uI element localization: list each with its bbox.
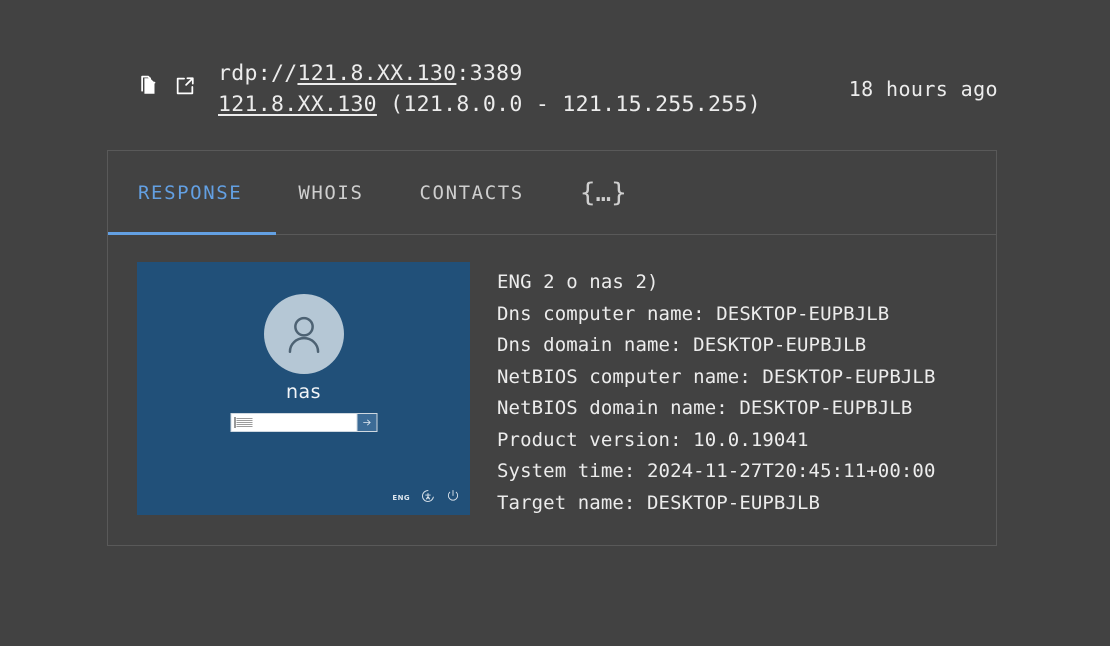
- language-indicator[interactable]: ENG: [392, 494, 410, 502]
- copy-icon[interactable]: [138, 75, 160, 97]
- response-body: ENG 2 o nas 2) Dns computer name: DESKTO…: [497, 262, 996, 519]
- url-host-link[interactable]: 121.8.XX.130: [297, 61, 456, 86]
- response-line: Dns computer name: DESKTOP-EUPBJLB: [497, 299, 996, 331]
- header-icon-group: [138, 58, 196, 97]
- tab-response[interactable]: RESPONSE: [138, 182, 242, 204]
- arrow-right-icon[interactable]: [356, 414, 376, 431]
- text-caret: [234, 417, 235, 428]
- url-scheme: rdp://: [218, 61, 297, 86]
- password-row: [230, 413, 377, 432]
- active-tab-indicator: [108, 232, 276, 235]
- response-line: NetBIOS domain name: DESKTOP-EUPBJLB: [497, 393, 996, 425]
- response-line: Dns domain name: DESKTOP-EUPBJLB: [497, 330, 996, 362]
- response-line: Target name: DESKTOP-EUPBJLB: [497, 488, 996, 520]
- tab-contacts[interactable]: CONTACTS: [420, 182, 524, 204]
- url-port: :3389: [456, 61, 522, 86]
- network-ip-link[interactable]: 121.8.XX.130: [218, 92, 377, 117]
- response-line: NetBIOS computer name: DESKTOP-EUPBJLB: [497, 362, 996, 394]
- rdp-screenshot-thumbnail[interactable]: nas ENG: [137, 262, 470, 515]
- response-line: System time: 2024-11-27T20:45:11+00:00: [497, 456, 996, 488]
- password-placeholder-blur: [236, 418, 252, 427]
- tab-raw-json[interactable]: {…}: [580, 180, 627, 206]
- response-line: ENG 2 o nas 2): [497, 267, 996, 299]
- avatar: [264, 294, 344, 374]
- network-range: (121.8.0.0 - 121.15.255.255): [377, 92, 761, 117]
- tab-bar: RESPONSE WHOIS CONTACTS {…}: [108, 151, 996, 235]
- ease-of-access-icon[interactable]: [421, 488, 435, 507]
- tab-whois[interactable]: WHOIS: [298, 182, 363, 204]
- response-line: Product version: 10.0.19041: [497, 425, 996, 457]
- result-header: rdp://121.8.XX.130:3389 121.8.XX.130 (12…: [138, 58, 998, 120]
- login-tray: ENG: [392, 488, 460, 507]
- panel-body: nas ENG: [108, 235, 996, 519]
- timestamp: 18 hours ago: [849, 77, 998, 101]
- external-link-icon[interactable]: [174, 75, 196, 97]
- result-panel: RESPONSE WHOIS CONTACTS {…} nas: [107, 150, 997, 546]
- login-username: nas: [137, 381, 470, 403]
- power-icon[interactable]: [446, 488, 460, 507]
- password-input[interactable]: [231, 414, 356, 431]
